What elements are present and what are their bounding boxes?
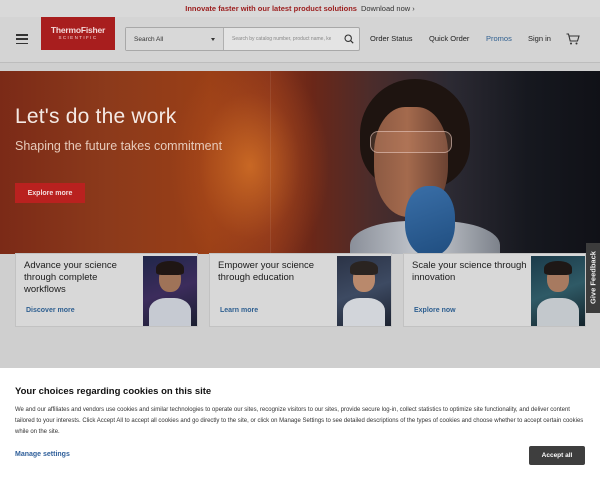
search-category-label: Search All [134,35,164,43]
search-bar: Search All [125,27,360,51]
card-thumbnail-image [531,256,585,326]
card-link-discover-more[interactable]: Discover more [26,307,75,314]
hero-banner [0,71,600,254]
hero-glow [170,71,330,254]
site-logo[interactable]: ThermoFisher SCIENTIFIC [41,17,115,50]
card-link-learn-more[interactable]: Learn more [220,307,258,314]
nav-quick-order[interactable]: Quick Order [429,34,469,43]
logo-main-text: ThermoFisher [50,25,106,35]
give-feedback-tab[interactable]: Give Feedback [586,243,600,313]
card-title: Advance your science through complete wo… [24,260,117,295]
hero-divider [270,71,271,254]
card-thumbnail-image [143,256,197,326]
explore-more-button[interactable]: Explore more [15,183,85,203]
card-innovation[interactable]: Scale your science through innovation Ex… [403,253,586,327]
nav-promos[interactable]: Promos [486,34,512,43]
cookie-banner: Your choices regarding cookies on this s… [0,368,600,480]
manage-settings-link[interactable]: Manage settings [15,451,70,458]
hero-person-glove [405,186,455,254]
card-title: Scale your science through innovation [412,260,527,283]
cookie-description: We and our affiliates and vendors use co… [15,407,584,435]
menu-icon[interactable] [16,34,28,45]
search-input[interactable] [224,28,339,50]
promo-download-link[interactable]: Download now › [361,4,415,13]
card-workflows[interactable]: Advance your science through complete wo… [15,253,198,327]
nav-sign-in[interactable]: Sign in [528,34,551,43]
accept-all-button[interactable]: Accept all [529,446,585,465]
chevron-down-icon [211,37,215,41]
card-link-explore-now[interactable]: Explore now [414,307,456,314]
site-header: ThermoFisher SCIENTIFIC Search All Order… [0,17,600,63]
hero-person-goggles [370,131,452,153]
search-icon[interactable] [339,28,359,50]
cart-icon[interactable] [566,32,580,50]
nav-order-status[interactable]: Order Status [370,34,413,43]
promo-bar: Innovate faster with our latest product … [0,0,600,17]
promo-highlight[interactable]: Innovate faster with our latest product … [185,4,357,13]
card-education[interactable]: Empower your science through education L… [209,253,392,327]
hero-subtitle: Shaping the future takes commitment [15,139,223,153]
card-title: Empower your science through education [218,260,315,283]
cookie-title: Your choices regarding cookies on this s… [15,386,212,397]
search-category-select[interactable]: Search All [126,28,224,50]
hero-title: Let's do the work [15,105,177,128]
logo-sub-text: SCIENTIFIC [58,35,98,40]
card-thumbnail-image [337,256,391,326]
